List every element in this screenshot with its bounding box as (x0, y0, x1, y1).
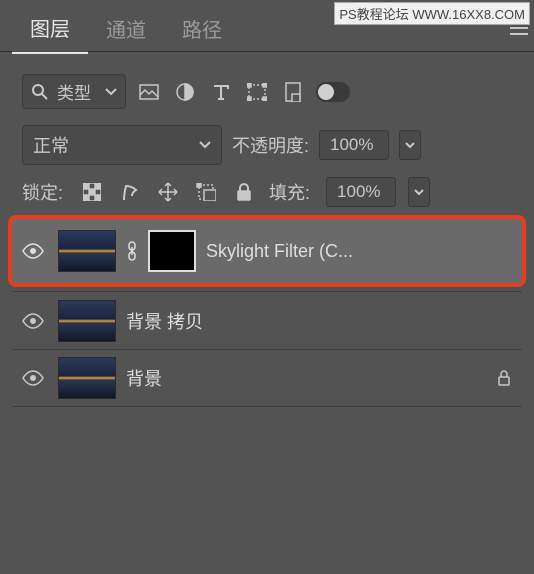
chevron-down-icon (414, 189, 424, 196)
lock-image-icon[interactable] (117, 179, 143, 205)
opacity-chevron[interactable] (399, 130, 421, 160)
layer-lock-icon[interactable] (492, 370, 516, 386)
chevron-down-icon (105, 88, 117, 96)
layer-thumbnail[interactable] (58, 300, 116, 342)
lock-row: 锁定: 填充: 100% (0, 173, 534, 211)
visibility-toggle[interactable] (18, 313, 48, 329)
layer-name[interactable]: 背景 (126, 365, 482, 391)
opacity-value[interactable]: 100% (319, 130, 389, 160)
search-icon (31, 83, 49, 101)
blend-mode-value: 正常 (33, 132, 69, 158)
lock-artboard-icon[interactable] (193, 179, 219, 205)
chevron-down-icon (405, 142, 415, 149)
lock-label: 锁定: (22, 179, 63, 205)
layer-name[interactable]: Skylight Filter (C... (206, 241, 516, 262)
opacity-label: 不透明度: (232, 132, 309, 158)
eye-icon (22, 370, 44, 386)
layer-mask-thumbnail[interactable] (148, 230, 196, 272)
watermark: PS教程论坛 WWW.16XX8.COM (334, 2, 530, 25)
layer-row[interactable]: Skylight Filter (C... (8, 215, 526, 287)
layers-panel: 图层 通道 路径 类型 正常 (0, 0, 534, 407)
filter-type-label: 类型 (57, 79, 91, 104)
lock-transparency-icon[interactable] (79, 179, 105, 205)
visibility-toggle[interactable] (18, 243, 48, 259)
lock-position-icon[interactable] (155, 179, 181, 205)
fill-value[interactable]: 100% (326, 177, 396, 207)
blend-mode-combo[interactable]: 正常 (22, 125, 222, 165)
layers-list: Skylight Filter (C... 背景 拷贝 背景 (0, 215, 534, 407)
filter-row: 类型 (0, 52, 534, 117)
chevron-down-icon (199, 141, 211, 149)
layer-name[interactable]: 背景 拷贝 (126, 308, 516, 334)
layer-row[interactable]: 背景 拷贝 (12, 291, 522, 349)
visibility-toggle[interactable] (18, 370, 48, 386)
filter-type-combo[interactable]: 类型 (22, 74, 126, 109)
filter-adjustment-icon[interactable] (172, 79, 198, 105)
link-icon[interactable] (126, 241, 138, 261)
eye-icon (22, 243, 44, 259)
layer-row[interactable]: 背景 (12, 349, 522, 407)
tab-layers[interactable]: 图层 (12, 1, 88, 54)
layer-thumbnail[interactable] (58, 357, 116, 399)
filter-type-icon[interactable] (208, 79, 234, 105)
tab-paths[interactable]: 路径 (164, 2, 240, 53)
filter-shape-icon[interactable] (244, 79, 270, 105)
lock-all-icon[interactable] (231, 179, 257, 205)
filter-toggle[interactable] (316, 82, 350, 102)
fill-chevron[interactable] (408, 177, 430, 207)
filter-pixel-icon[interactable] (136, 79, 162, 105)
blend-row: 正常 不透明度: 100% (0, 117, 534, 173)
eye-icon (22, 313, 44, 329)
tab-channels[interactable]: 通道 (88, 2, 164, 53)
fill-label: 填充: (269, 179, 310, 205)
layer-thumbnail[interactable] (58, 230, 116, 272)
filter-smartobject-icon[interactable] (280, 79, 306, 105)
